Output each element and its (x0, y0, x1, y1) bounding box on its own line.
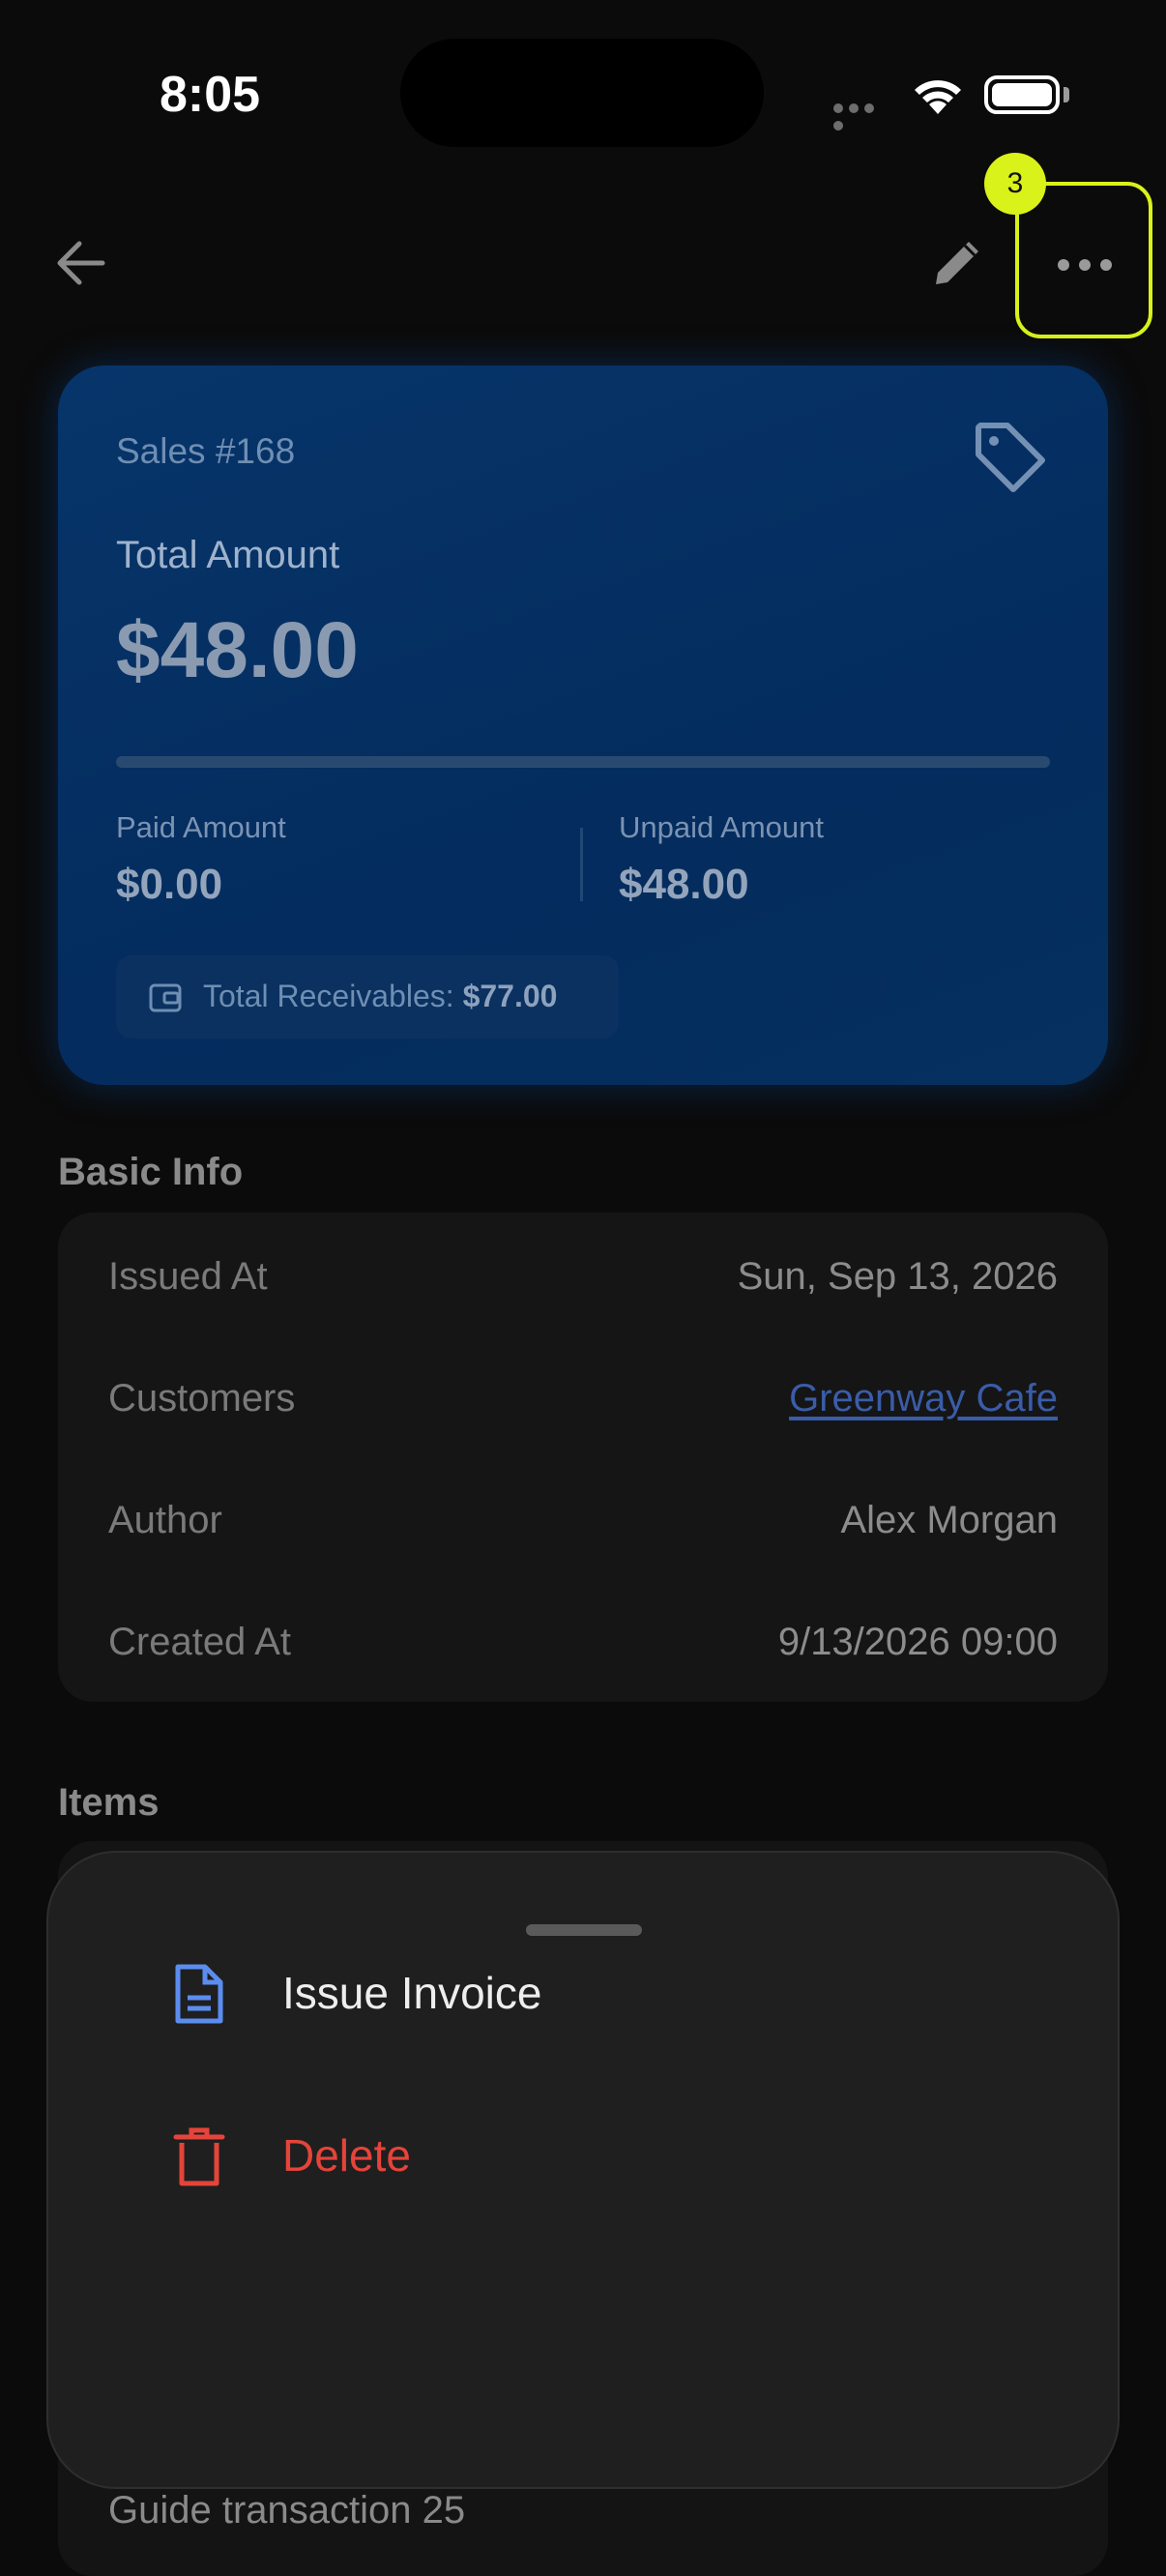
author-value: Alex Morgan (840, 1499, 1058, 1541)
edit-button[interactable] (926, 232, 988, 294)
pencil-icon (936, 242, 978, 284)
amount-divider (580, 828, 583, 901)
paid-progress-bar (116, 756, 1050, 768)
items-heading: Items (58, 1781, 160, 1824)
delete-label: Delete (282, 2130, 411, 2181)
status-time: 8:05 (160, 67, 261, 123)
trash-icon (173, 2127, 225, 2186)
basic-info-heading: Basic Info (58, 1151, 244, 1193)
list-item[interactable]: Guide transaction 25 (108, 2489, 465, 2532)
issue-invoice-menu-item[interactable]: Issue Invoice (48, 1924, 1118, 2060)
document-icon (175, 1964, 223, 2024)
delete-menu-item[interactable]: Delete (48, 2087, 1118, 2222)
total-receivables-label: Total Receivables: (203, 979, 454, 1013)
arrow-left-icon (57, 241, 105, 285)
total-receivables-chip: Total Receivables: $77.00 (116, 955, 619, 1039)
unpaid-amount-value: $48.00 (619, 861, 749, 908)
total-receivables-text: Total Receivables: $77.00 (203, 979, 557, 1014)
tag-icon (969, 416, 1050, 497)
created-at-value: 9/13/2026 09:00 (777, 1621, 1058, 1663)
total-amount-value: $48.00 (116, 606, 359, 694)
paid-amount-label: Paid Amount (116, 810, 286, 844)
created-at-label: Created At (108, 1621, 292, 1663)
battery-cap (1064, 87, 1069, 102)
paid-amount-value: $0.00 (116, 861, 223, 908)
battery-icon (984, 75, 1060, 114)
step-badge: 3 (984, 153, 1046, 215)
wifi-icon (909, 72, 967, 121)
dynamic-island (400, 39, 764, 147)
more-horizontal-icon (1058, 259, 1112, 271)
total-receivables-value: $77.00 (462, 979, 558, 1013)
unpaid-amount-label: Unpaid Amount (619, 810, 824, 844)
issued-at-label: Issued At (108, 1255, 268, 1298)
back-button[interactable] (50, 232, 112, 294)
issued-at-value: Sun, Sep 13, 2026 (737, 1255, 1058, 1298)
sales-summary-card: Sales #168 Total Amount $48.00 Paid Amou… (58, 366, 1108, 1085)
wallet-icon (149, 983, 182, 1012)
total-amount-label: Total Amount (116, 534, 340, 576)
basic-info-panel: Issued At Sun, Sep 13, 2026 Customers Gr… (58, 1213, 1108, 1702)
author-label: Author (108, 1499, 222, 1541)
customer-link[interactable]: Greenway Cafe (789, 1377, 1058, 1420)
sales-title: Sales #168 (116, 431, 296, 471)
actions-bottom-sheet: Issue Invoice Delete (46, 1851, 1120, 2489)
customers-label: Customers (108, 1377, 296, 1420)
cellular-signal-icon (833, 101, 893, 131)
issue-invoice-label: Issue Invoice (282, 1968, 542, 2018)
